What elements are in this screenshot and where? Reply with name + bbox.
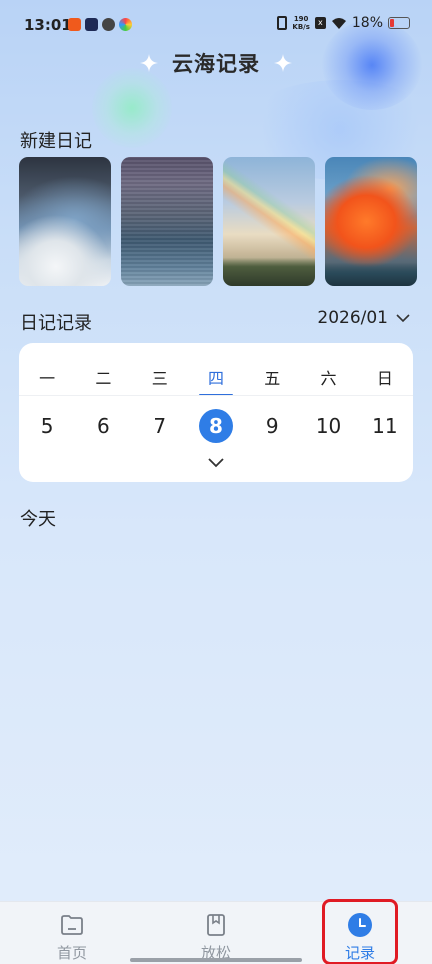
highlight-box [322, 899, 398, 964]
photo-cloudy-sky[interactable] [19, 157, 111, 286]
weekday-tue: 二 [95, 369, 112, 388]
chevron-down-icon [396, 314, 410, 323]
today-label: 今天 [20, 509, 56, 530]
day-number: 5 [40, 414, 54, 438]
day-row: 5 6 7 8 9 10 11 [19, 409, 413, 443]
sparkle-right-icon [274, 54, 292, 72]
network-speed: 190 KB/s [292, 15, 309, 31]
day-number: 6 [97, 414, 110, 438]
day-number: 11 [372, 414, 398, 438]
book-icon [207, 914, 225, 936]
color-app-notification-icon [119, 18, 132, 31]
calendar-divider [19, 395, 413, 396]
status-right: 190 KB/s x 18% [277, 15, 410, 31]
battery-percent: 18% [351, 15, 383, 31]
day-cell[interactable]: 10 [300, 409, 356, 443]
day-cell[interactable]: 6 [75, 409, 131, 443]
day-cell[interactable]: 7 [132, 409, 188, 443]
nav-label-home: 首页 [56, 944, 87, 962]
background-glow-green [92, 68, 172, 148]
weekday-wed: 三 [151, 369, 168, 388]
link-notification-icon [102, 18, 115, 31]
photo-sunset-cloud[interactable] [325, 157, 417, 286]
play-notification-icon [85, 18, 98, 31]
header: 云海记录 [0, 46, 432, 80]
photo-dusk-sea[interactable] [121, 157, 213, 286]
new-diary-label: 新建日记 [20, 131, 92, 152]
weekday-sat: 六 [320, 369, 337, 388]
weekday-row: 一 二 三 四 五 六 日 [19, 365, 413, 389]
month-value: 2026/01 [317, 308, 388, 328]
weekday-mon: 一 [39, 369, 56, 388]
day-number: 9 [265, 414, 279, 438]
x-badge-icon: x [314, 17, 326, 29]
network-speed-unit: KB/s [292, 23, 310, 31]
notification-icons [68, 18, 132, 31]
month-picker[interactable]: 2026/01 [317, 308, 410, 328]
sparkle-left-icon [140, 54, 158, 72]
diary-records-label: 日记记录 [20, 313, 92, 334]
wifi-icon [331, 17, 346, 29]
app-notification-icon [68, 18, 81, 31]
nav-item-home[interactable]: 首页 [0, 902, 144, 964]
day-cell[interactable]: 11 [357, 409, 413, 443]
day-cell-selected[interactable]: 8 [188, 409, 244, 443]
expand-calendar-icon[interactable] [206, 457, 226, 469]
status-time: 13:01 [24, 16, 72, 34]
day-number: 10 [315, 414, 342, 438]
day-cell[interactable]: 9 [244, 409, 300, 443]
vibrate-icon [277, 16, 288, 30]
weekday-fri: 五 [264, 369, 281, 388]
status-bar: 13:01 190 KB/s x 18% [0, 0, 432, 48]
page-title: 云海记录 [172, 52, 260, 76]
home-indicator [130, 958, 302, 962]
network-speed-value: 190 [293, 15, 309, 23]
week-calendar: 一 二 三 四 五 六 日 5 6 7 8 9 10 11 [19, 343, 413, 482]
photo-rainbow-mountain[interactable] [223, 157, 315, 286]
battery-icon [388, 17, 410, 29]
day-cell[interactable]: 5 [19, 409, 75, 443]
nav-item-relax[interactable]: 放松 [144, 902, 288, 964]
day-number: 7 [153, 414, 167, 438]
weekday-sun: 日 [376, 369, 393, 388]
new-diary-photos [19, 157, 417, 286]
day-number: 8 [198, 409, 233, 443]
weekday-thu: 四 [188, 365, 244, 389]
folder-icon [61, 915, 83, 935]
